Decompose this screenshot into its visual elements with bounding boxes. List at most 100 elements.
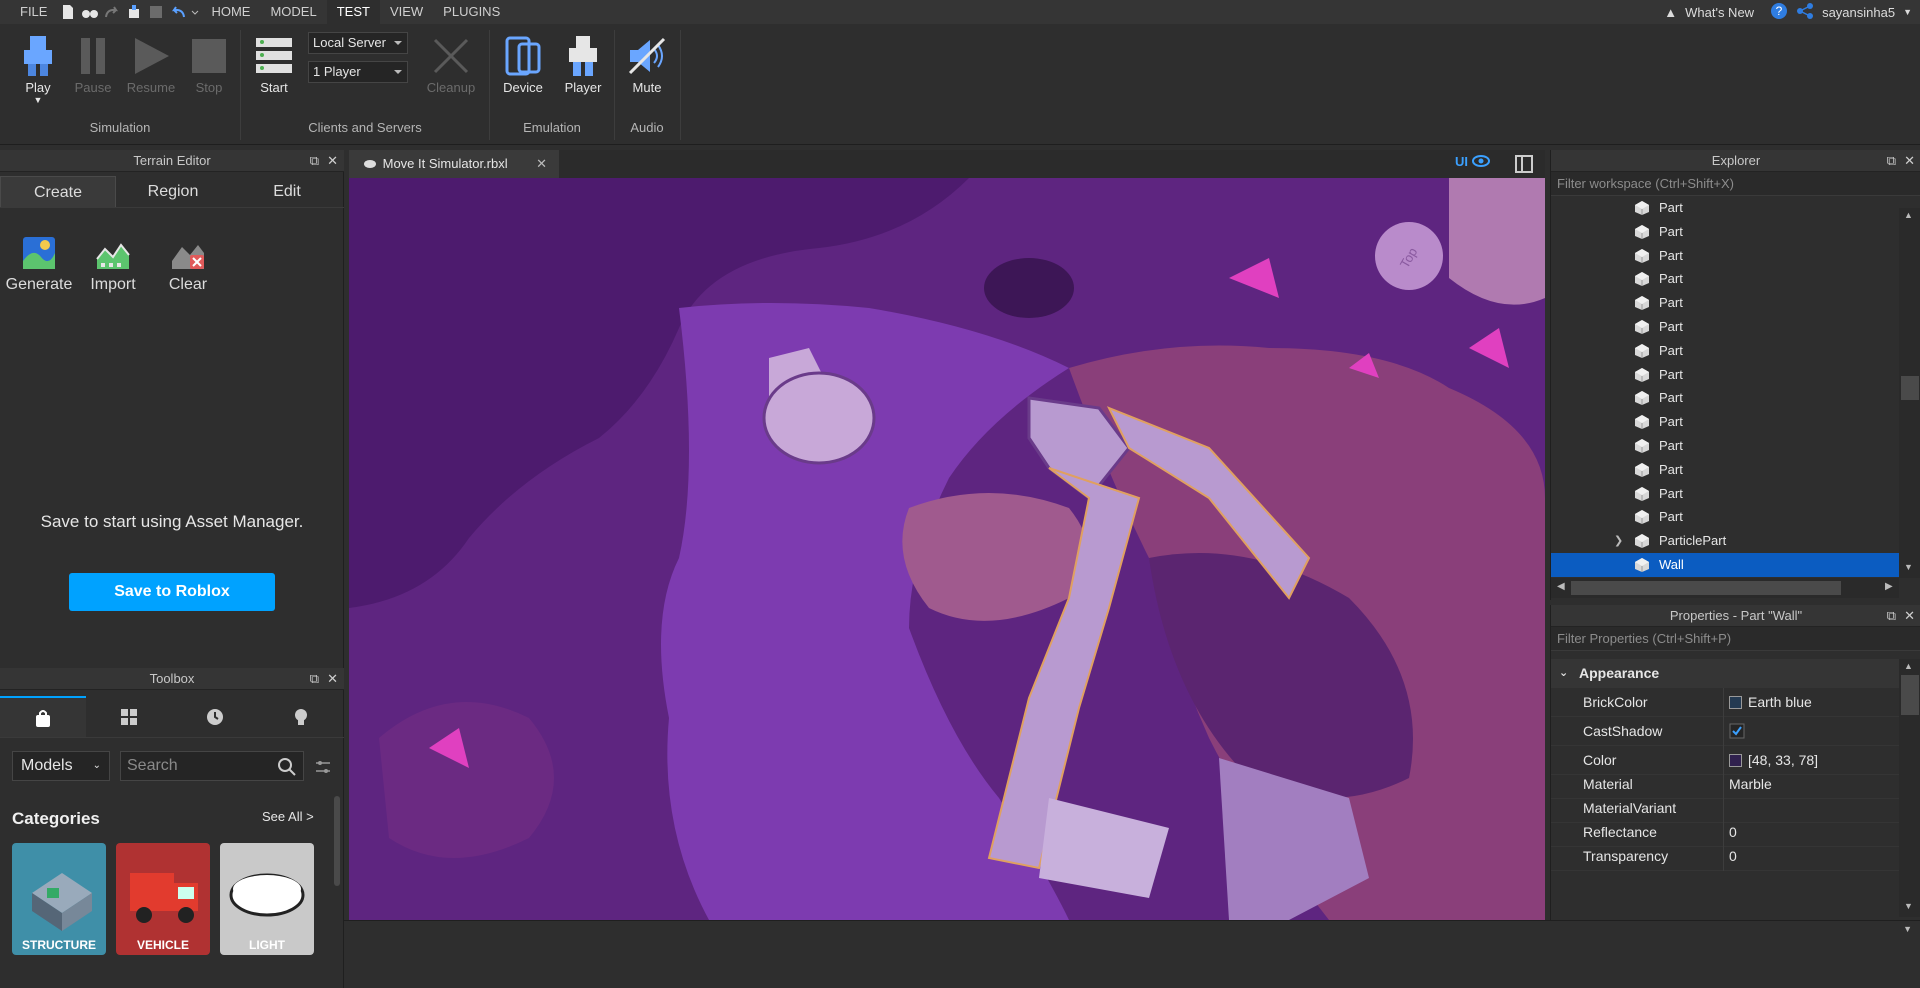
player-emulation-button[interactable]: Player [555, 32, 611, 95]
undo-icon[interactable] [167, 0, 189, 24]
new-file-icon[interactable] [57, 0, 79, 24]
tab-marketplace[interactable] [0, 696, 86, 737]
3d-viewport[interactable]: Top [349, 178, 1545, 920]
stop-square-icon[interactable] [145, 0, 167, 24]
menu-test[interactable]: TEST [326, 0, 380, 24]
appearance-section-header[interactable]: ⌄ Appearance [1551, 659, 1899, 688]
explorer-filter-input[interactable]: Filter workspace (Ctrl+Shift+X) [1551, 172, 1920, 196]
tree-row-label: Part [1659, 414, 1683, 430]
chevron-down-icon[interactable]: ▼ [1903, 924, 1912, 934]
explorer-vertical-scrollbar[interactable]: ▲ ▼ [1899, 208, 1920, 578]
category-card-vehicle[interactable]: VEHICLE [116, 843, 210, 955]
search-icon [278, 758, 296, 776]
undock-icon[interactable]: ⧉ [1887, 150, 1896, 172]
property-name: BrickColor [1583, 694, 1648, 710]
ribbon-divider [680, 30, 681, 140]
mute-button[interactable]: Mute [619, 32, 675, 95]
tree-row[interactable]: Part [1551, 315, 1899, 339]
close-icon[interactable]: ✕ [327, 150, 338, 172]
tree-row[interactable]: Wall [1551, 553, 1899, 577]
redo-icon[interactable] [101, 0, 123, 24]
tree-row[interactable]: Part [1551, 220, 1899, 244]
resume-button[interactable]: Resume [123, 32, 179, 95]
menu-home[interactable]: HOME [201, 0, 260, 24]
tree-row[interactable]: Part [1551, 410, 1899, 434]
clear-tool[interactable]: Clear [151, 230, 225, 294]
models-select[interactable]: Models ⌄ [12, 751, 110, 781]
property-value[interactable]: Earth blue [1729, 688, 1812, 717]
quick-access-dropdown-icon[interactable] [189, 0, 201, 24]
tab-recent[interactable] [172, 696, 258, 737]
device-icon [505, 36, 541, 76]
play-button[interactable]: Play ▼ [10, 32, 66, 105]
players-select[interactable]: 1 Player [308, 61, 408, 83]
save-to-roblox-button[interactable]: Save to Roblox [69, 573, 275, 611]
undock-icon[interactable]: ⧉ [310, 668, 319, 690]
tree-row[interactable]: Part [1551, 244, 1899, 268]
menu-model[interactable]: MODEL [260, 0, 326, 24]
start-button[interactable]: Start [246, 32, 302, 95]
properties-scrollbar[interactable]: ▲ ▼ [1899, 659, 1920, 917]
import-tool[interactable]: Import [76, 230, 150, 294]
toolbox-scrollbar[interactable] [334, 796, 340, 886]
tree-row[interactable]: Part [1551, 363, 1899, 387]
close-icon[interactable]: ✕ [327, 668, 338, 690]
stop-button[interactable]: Stop [181, 32, 237, 95]
cleanup-button[interactable]: Cleanup [420, 32, 482, 95]
tab-creations[interactable] [258, 696, 344, 737]
tab-create[interactable]: Create [0, 176, 116, 207]
close-icon[interactable]: ✕ [1904, 150, 1915, 172]
share-icon[interactable] [1796, 2, 1814, 23]
tree-row[interactable]: Part [1551, 267, 1899, 291]
terrain-tabs: Create Region Edit [0, 176, 344, 208]
tree-row[interactable]: Part [1551, 482, 1899, 506]
layout-toggle-icon[interactable] [1514, 154, 1534, 177]
explorer-horizontal-scrollbar[interactable]: ◀ ▶ [1551, 578, 1899, 598]
menu-view[interactable]: VIEW [380, 0, 433, 24]
binoculars-icon[interactable] [79, 0, 101, 24]
tab-edit[interactable]: Edit [230, 176, 344, 207]
command-bar[interactable]: ▼ [344, 920, 1920, 942]
username[interactable]: sayansinha5 [1822, 5, 1895, 20]
tree-row[interactable]: Part [1551, 458, 1899, 482]
stop-icon [192, 39, 226, 73]
menu-plugins[interactable]: PLUGINS [433, 0, 510, 24]
menu-file[interactable]: FILE [10, 0, 57, 24]
tree-row[interactable]: Part [1551, 386, 1899, 410]
expand-arrow-icon[interactable]: ❯ [1614, 529, 1623, 553]
tree-row[interactable]: Part [1551, 434, 1899, 458]
category-card-light[interactable]: LIGHT [220, 843, 314, 955]
property-row[interactable]: Transparency 0 [1551, 842, 1899, 871]
search-button[interactable] [277, 757, 297, 780]
property-row[interactable]: CastShadow [1551, 717, 1899, 746]
category-card-structure[interactable]: STRUCTURE [12, 843, 106, 955]
tree-row[interactable]: Part [1551, 339, 1899, 363]
undock-icon[interactable]: ⧉ [1887, 605, 1896, 627]
properties-filter-input[interactable]: Filter Properties (Ctrl+Shift+P) [1551, 627, 1920, 651]
generate-tool[interactable]: Generate [2, 230, 76, 294]
tree-row[interactable]: Part [1551, 196, 1899, 220]
help-icon[interactable]: ? [1770, 2, 1788, 23]
collapse-ribbon-icon[interactable]: ▲ [1664, 5, 1677, 20]
server-select[interactable]: Local Server [308, 32, 408, 54]
tab-region[interactable]: Region [116, 176, 230, 207]
device-button[interactable]: Device [495, 32, 551, 95]
property-value[interactable] [1729, 717, 1745, 746]
undock-icon[interactable]: ⧉ [310, 150, 319, 172]
tree-row[interactable]: ❯ ParticlePart [1551, 529, 1899, 553]
tab-inventory[interactable] [86, 696, 172, 737]
property-value[interactable]: 0 [1729, 842, 1737, 871]
tree-row[interactable]: Part [1551, 291, 1899, 315]
filter-settings-icon[interactable] [314, 758, 332, 779]
plugin-icon[interactable] [123, 0, 145, 24]
tree-row[interactable]: Part [1551, 505, 1899, 529]
see-all-link[interactable]: See All > [262, 809, 314, 824]
whats-new-link[interactable]: What's New [1685, 5, 1754, 20]
close-icon[interactable]: ✕ [1904, 605, 1915, 627]
document-tab[interactable]: Move It Simulator.rbxl ✕ [349, 150, 559, 178]
ui-visibility-toggle[interactable]: UI [1455, 154, 1490, 169]
pause-button[interactable]: Pause [65, 32, 121, 95]
property-row[interactable]: BrickColor Earth blue [1551, 688, 1899, 717]
user-dropdown-icon[interactable]: ▼ [1903, 7, 1912, 17]
close-tab-icon[interactable]: ✕ [536, 150, 547, 178]
